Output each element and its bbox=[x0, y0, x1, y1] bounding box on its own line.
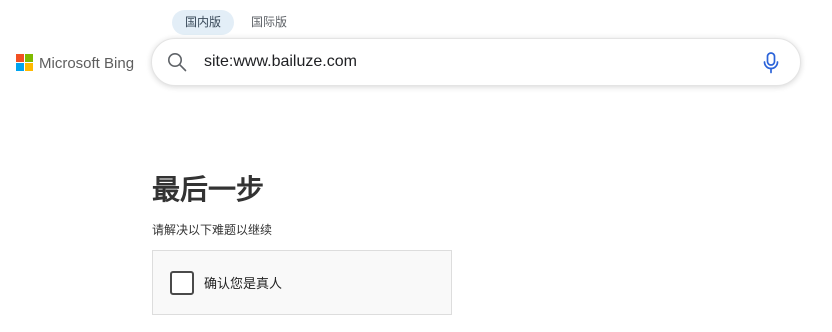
tab-domestic[interactable]: 国内版 bbox=[172, 10, 235, 35]
scope-tabs: 国内版 国际版 bbox=[172, 10, 300, 35]
page-title: 最后一步 bbox=[152, 173, 265, 206]
search-icon[interactable] bbox=[166, 51, 188, 73]
logo-text: Microsoft Bing bbox=[39, 54, 135, 72]
verify-human-checkbox[interactable] bbox=[170, 270, 194, 295]
search-box bbox=[151, 38, 801, 86]
bing-logo[interactable]: Microsoft Bing bbox=[16, 54, 134, 72]
challenge-subtitle: 请解决以下难题以继续 bbox=[152, 223, 273, 237]
tab-international[interactable]: 国际版 bbox=[238, 10, 300, 35]
search-input[interactable] bbox=[204, 47, 744, 77]
logo-square-green bbox=[25, 54, 33, 62]
logo-square-red bbox=[16, 54, 24, 62]
captcha-widget: 确认您是真人 bbox=[152, 250, 452, 315]
page: 国内版 国际版 Microsoft Bing 最后一步 请解决以下难 bbox=[0, 0, 832, 332]
microsoft-logo-icon bbox=[16, 54, 34, 72]
verify-human-label: 确认您是真人 bbox=[204, 277, 283, 292]
logo-square-blue bbox=[16, 63, 24, 71]
logo-square-yellow bbox=[25, 63, 33, 71]
microphone-icon[interactable] bbox=[760, 51, 782, 75]
